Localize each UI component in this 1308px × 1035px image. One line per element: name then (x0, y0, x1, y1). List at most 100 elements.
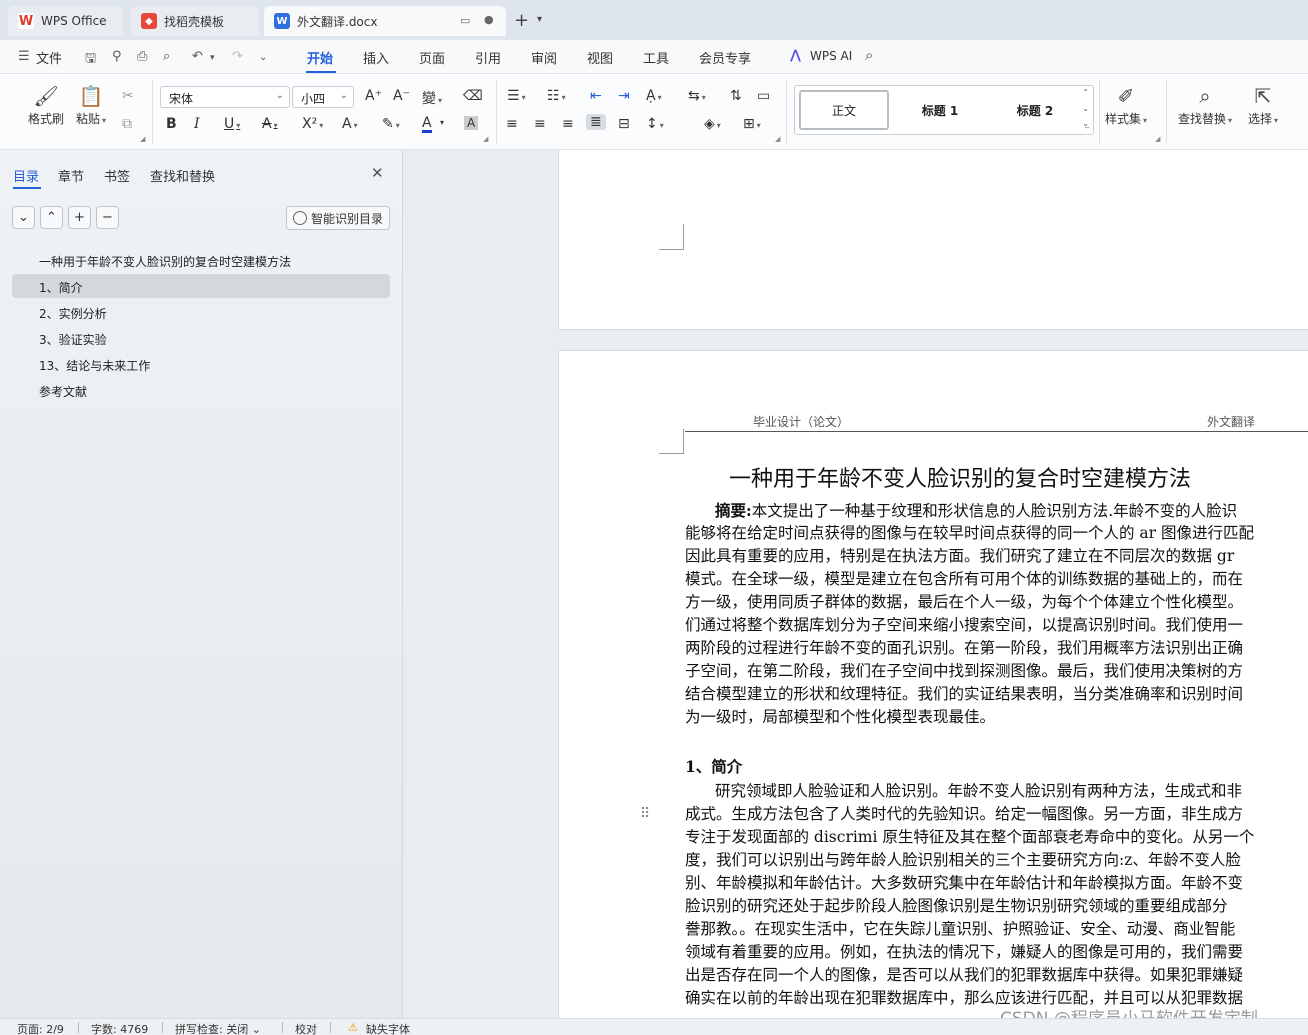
tab-sections[interactable]: 章节 (58, 166, 84, 185)
gallery-more-icon[interactable]: ⌄̲ (1082, 119, 1089, 128)
redo-icon[interactable]: ↷ (232, 49, 243, 64)
align-right-icon[interactable]: ≡ (562, 116, 574, 132)
menu-home[interactable]: 开始 (307, 48, 333, 67)
tab-document[interactable]: W 外文翻译.docx ▭ ● (264, 6, 506, 36)
gallery-up-icon[interactable]: ⌃ (1082, 88, 1089, 97)
undo-icon[interactable]: ↶ (192, 49, 203, 64)
font-size-select[interactable]: 小四 ⌄ (292, 86, 354, 108)
expand-all-button[interactable]: ⌄ (12, 206, 35, 229)
toc-item-label: 3、验证实验 (39, 333, 107, 347)
menu-file[interactable]: 文件 (36, 48, 62, 67)
undo-dropdown-icon[interactable]: ▾ (210, 53, 215, 63)
font-grow-icon[interactable]: A⁺ (365, 88, 382, 104)
char-shading-icon[interactable]: A (464, 116, 479, 130)
indent-icon[interactable]: ⇥ (618, 88, 630, 104)
toc-item[interactable]: 1、简介 (12, 274, 390, 298)
line-break-icon[interactable]: ⇆ ▾ (688, 88, 706, 104)
align-left-icon[interactable]: ≡ (506, 116, 518, 132)
remove-heading-button[interactable]: − (96, 206, 119, 229)
status-missing-font[interactable]: 缺失字体 (366, 1021, 410, 1035)
outdent-icon[interactable]: ⇤ (590, 88, 602, 104)
style-set-button[interactable]: ✐ 样式集 ▾ (1105, 84, 1147, 127)
tab-wps-office[interactable]: W WPS Office (8, 6, 123, 36)
paragraph-launcher-icon[interactable]: ◢ (775, 135, 780, 143)
new-tab-button[interactable]: + (514, 10, 529, 31)
align-center-icon[interactable]: ≡ (534, 116, 546, 132)
styles-launcher-icon[interactable]: ◢ (1155, 135, 1160, 143)
menu-review[interactable]: 审阅 (531, 48, 557, 67)
tab-toc[interactable]: 目录 (13, 166, 39, 185)
toc-item[interactable]: 2、实例分析 (12, 300, 390, 324)
italic-icon[interactable]: I (194, 116, 200, 132)
style-heading-2[interactable]: 标题 2 (990, 90, 1080, 130)
sort-icon[interactable]: ⇅ (730, 88, 742, 104)
tab-bookmarks[interactable]: 书签 (104, 166, 130, 185)
tab-close-dot-icon[interactable]: ● (484, 13, 494, 26)
highlight-icon[interactable]: ✎ ▾ (382, 116, 400, 132)
status-word-count[interactable]: 字数: 4769 (91, 1021, 148, 1035)
text-effect-icon[interactable]: A ▾ (342, 116, 358, 132)
find-replace-button[interactable]: ⌕ 查找替换 ▾ (1178, 84, 1232, 127)
search-icon[interactable]: ⌕ (865, 46, 873, 64)
share-link-icon[interactable]: ⚲ (112, 49, 122, 64)
copy-icon[interactable]: ⧉ (122, 116, 132, 132)
font-color-dropdown-icon[interactable]: ▾ (440, 118, 444, 127)
menu-tools[interactable]: 工具 (643, 48, 669, 67)
paragraph-drag-handle-icon[interactable]: ⠿ (640, 806, 650, 822)
border-icon[interactable]: ⊞ ▾ (743, 116, 761, 132)
tab-find-replace[interactable]: 查找和替换 (150, 166, 215, 185)
distributed-icon[interactable]: ⊟ (618, 116, 630, 132)
smart-toc-button[interactable]: 智能识别目录 (286, 206, 390, 230)
line-spacing-icon[interactable]: ↕ ▾ (646, 116, 664, 132)
tab-docer-templates[interactable]: ◆ 找稻壳模板 (131, 6, 259, 36)
font-name-select[interactable]: 宋体 ⌄ (160, 86, 290, 108)
clipboard-launcher-icon[interactable]: ◢ (140, 135, 145, 143)
toc-item[interactable]: 13、结论与未来工作 (12, 352, 390, 376)
more-dropdown-icon[interactable]: ⌄ (259, 52, 267, 63)
clear-format-icon[interactable]: ⌫ (463, 88, 483, 104)
phonetic-guide-icon[interactable]: 變 ▾ (422, 88, 442, 108)
window-mode-icon[interactable]: ▭ (460, 14, 470, 27)
font-launcher-icon[interactable]: ◢ (483, 135, 488, 143)
show-marks-icon[interactable]: ▭ (757, 88, 770, 104)
style-heading-1[interactable]: 标题 1 (895, 90, 985, 130)
hamburger-icon[interactable]: ☰ (18, 49, 30, 64)
paste-button[interactable]: 📋 粘贴 ▾ (76, 84, 106, 127)
format-painter-button[interactable]: 🖌 格式刷 (28, 84, 64, 127)
bold-icon[interactable]: B (166, 116, 177, 132)
menu-membership[interactable]: 会员专享 (699, 48, 751, 67)
status-spellcheck[interactable]: 拼写检查: 关闭 ⌄ (175, 1021, 261, 1035)
status-proofread[interactable]: 校对 (295, 1021, 317, 1035)
add-heading-button[interactable]: + (68, 206, 91, 229)
font-color-icon[interactable]: A (422, 116, 432, 133)
select-button[interactable]: ⇱ 选择 ▾ (1248, 84, 1278, 127)
menu-view[interactable]: 视图 (587, 48, 613, 67)
toc-item[interactable]: 一种用于年龄不变人脸识别的复合时空建模方法 (12, 248, 390, 272)
collapse-all-button[interactable]: ⌃ (40, 206, 63, 229)
numbered-list-icon[interactable]: ☷ ▾ (547, 88, 566, 104)
strikethrough-icon[interactable]: A ▾ (262, 116, 278, 132)
underline-icon[interactable]: U ▾ (224, 116, 240, 132)
print-icon[interactable]: ⎙ (137, 49, 147, 64)
justify-icon[interactable]: ≣ (586, 114, 606, 130)
menu-insert[interactable]: 插入 (363, 48, 389, 67)
bullet-list-icon[interactable]: ☰ ▾ (507, 88, 526, 104)
text-direction-icon[interactable]: Ạ ▾ (646, 88, 662, 104)
paragraph-shading-icon[interactable]: ◈ ▾ (704, 116, 721, 132)
menu-references[interactable]: 引用 (475, 48, 501, 67)
cut-icon[interactable]: ✂ (122, 88, 134, 104)
status-page[interactable]: 页面: 2/9 (17, 1021, 64, 1035)
chevron-down-icon[interactable]: ▾ (537, 14, 542, 25)
style-normal[interactable]: 正文 (799, 90, 889, 130)
gallery-down-icon[interactable]: ⌄ (1082, 104, 1089, 113)
print-preview-icon[interactable]: ⌕ (163, 49, 170, 64)
close-icon[interactable]: ✕ (371, 164, 384, 182)
toc-item[interactable]: 参考文献 (12, 378, 390, 402)
font-shrink-icon[interactable]: A⁻ (393, 88, 410, 104)
save-icon[interactable]: 🖫 (85, 49, 96, 71)
menu-wps-ai[interactable]: WPS AI (810, 49, 852, 63)
toc-item[interactable]: 3、验证实验 (12, 326, 390, 350)
menu-page[interactable]: 页面 (419, 48, 445, 67)
document-canvas[interactable]: 毕业设计（论文） 外文翻译 一种用于年龄不变人脸识别的复合时空建模方法 摘要:本… (404, 150, 1308, 1018)
superscript-icon[interactable]: X² ▾ (302, 116, 323, 132)
